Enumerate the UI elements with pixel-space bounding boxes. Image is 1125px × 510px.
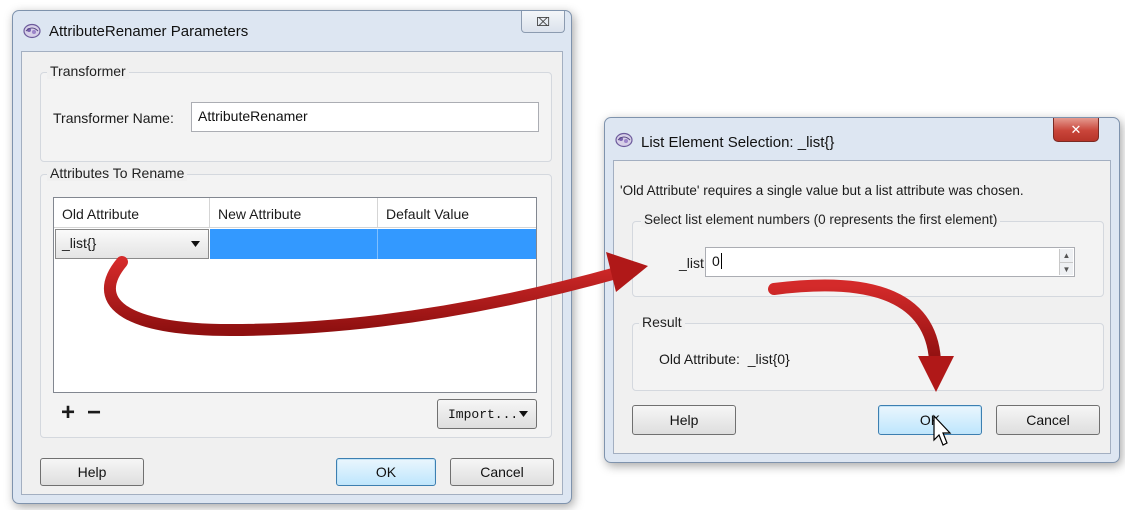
list-element-number-input[interactable]: 0 ▲ ▼ bbox=[705, 247, 1075, 277]
text-caret bbox=[720, 253, 722, 269]
dropdown-arrow-icon bbox=[191, 241, 200, 247]
app-logo-icon bbox=[23, 23, 41, 39]
close-button[interactable]: ✕ bbox=[1053, 118, 1099, 142]
app-logo-icon bbox=[615, 132, 633, 148]
list-element-number-value: 0 bbox=[712, 253, 720, 269]
attributes-group-label: Attributes To Rename bbox=[47, 165, 188, 181]
close-button[interactable]: ⌧ bbox=[521, 11, 565, 33]
help-button[interactable]: Help bbox=[40, 458, 144, 486]
list-element-selection-group: Select list element numbers (0 represent… bbox=[632, 212, 1104, 297]
column-header-new-attribute[interactable]: New Attribute bbox=[210, 198, 378, 228]
dialog-title: List Element Selection: _list{} bbox=[641, 134, 835, 151]
dialog-body: Transformer Transformer Name: AttributeR… bbox=[21, 51, 563, 495]
cancel-button[interactable]: Cancel bbox=[450, 458, 554, 486]
transformer-name-label: Transformer Name: bbox=[53, 110, 174, 126]
ok-button[interactable]: OK bbox=[878, 405, 982, 435]
remove-row-button[interactable]: − bbox=[87, 401, 101, 425]
spinner[interactable]: ▲ ▼ bbox=[1059, 249, 1073, 275]
result-group-label: Result bbox=[639, 314, 685, 330]
spinner-up-icon[interactable]: ▲ bbox=[1060, 249, 1073, 263]
titlebar[interactable]: AttributeRenamer Parameters ⌧ bbox=[13, 11, 571, 51]
cancel-button[interactable]: Cancel bbox=[996, 405, 1100, 435]
old-attribute-dropdown[interactable]: _list{} bbox=[55, 229, 209, 259]
spinner-down-icon[interactable]: ▼ bbox=[1060, 263, 1073, 276]
import-button-label: Import... bbox=[448, 406, 519, 422]
column-header-default-value[interactable]: Default Value bbox=[378, 198, 536, 228]
transformer-name-input[interactable]: AttributeRenamer bbox=[191, 102, 539, 132]
transformer-group: Transformer Transformer Name: AttributeR… bbox=[40, 63, 552, 162]
dialog-title: AttributeRenamer Parameters bbox=[49, 23, 249, 40]
attributes-table[interactable]: Old Attribute New Attribute Default Valu… bbox=[53, 197, 537, 393]
dialog-body: 'Old Attribute' requires a single value … bbox=[613, 160, 1111, 454]
help-button[interactable]: Help bbox=[632, 405, 736, 435]
list-element-selection-dialog: List Element Selection: _list{} ✕ 'Old A… bbox=[604, 117, 1120, 463]
selection-group-label: Select list element numbers (0 represent… bbox=[641, 212, 1001, 227]
result-text: Old Attribute: _list{0} bbox=[659, 351, 790, 367]
message-text: 'Old Attribute' requires a single value … bbox=[620, 183, 1024, 198]
import-button[interactable]: Import... bbox=[437, 399, 537, 429]
list-field-label: _list: bbox=[679, 255, 708, 271]
old-attribute-value: _list{} bbox=[62, 235, 97, 251]
add-row-button[interactable]: + bbox=[61, 401, 75, 425]
ok-button[interactable]: OK bbox=[336, 458, 436, 486]
column-header-old-attribute[interactable]: Old Attribute bbox=[54, 198, 210, 228]
titlebar[interactable]: List Element Selection: _list{} ✕ bbox=[605, 118, 1119, 158]
attribute-renamer-dialog: AttributeRenamer Parameters ⌧ Transforme… bbox=[12, 10, 572, 504]
new-attribute-cell[interactable] bbox=[210, 229, 378, 259]
close-icon: ✕ bbox=[1070, 121, 1082, 137]
close-icon: ⌧ bbox=[536, 14, 550, 29]
attributes-to-rename-group: Attributes To Rename Old Attribute New A… bbox=[40, 165, 552, 438]
default-value-cell[interactable] bbox=[378, 229, 536, 259]
table-row[interactable]: _list{} bbox=[54, 229, 536, 259]
transformer-group-label: Transformer bbox=[47, 63, 129, 79]
dropdown-arrow-icon bbox=[519, 411, 528, 417]
result-group: Result Old Attribute: _list{0} bbox=[632, 314, 1104, 391]
